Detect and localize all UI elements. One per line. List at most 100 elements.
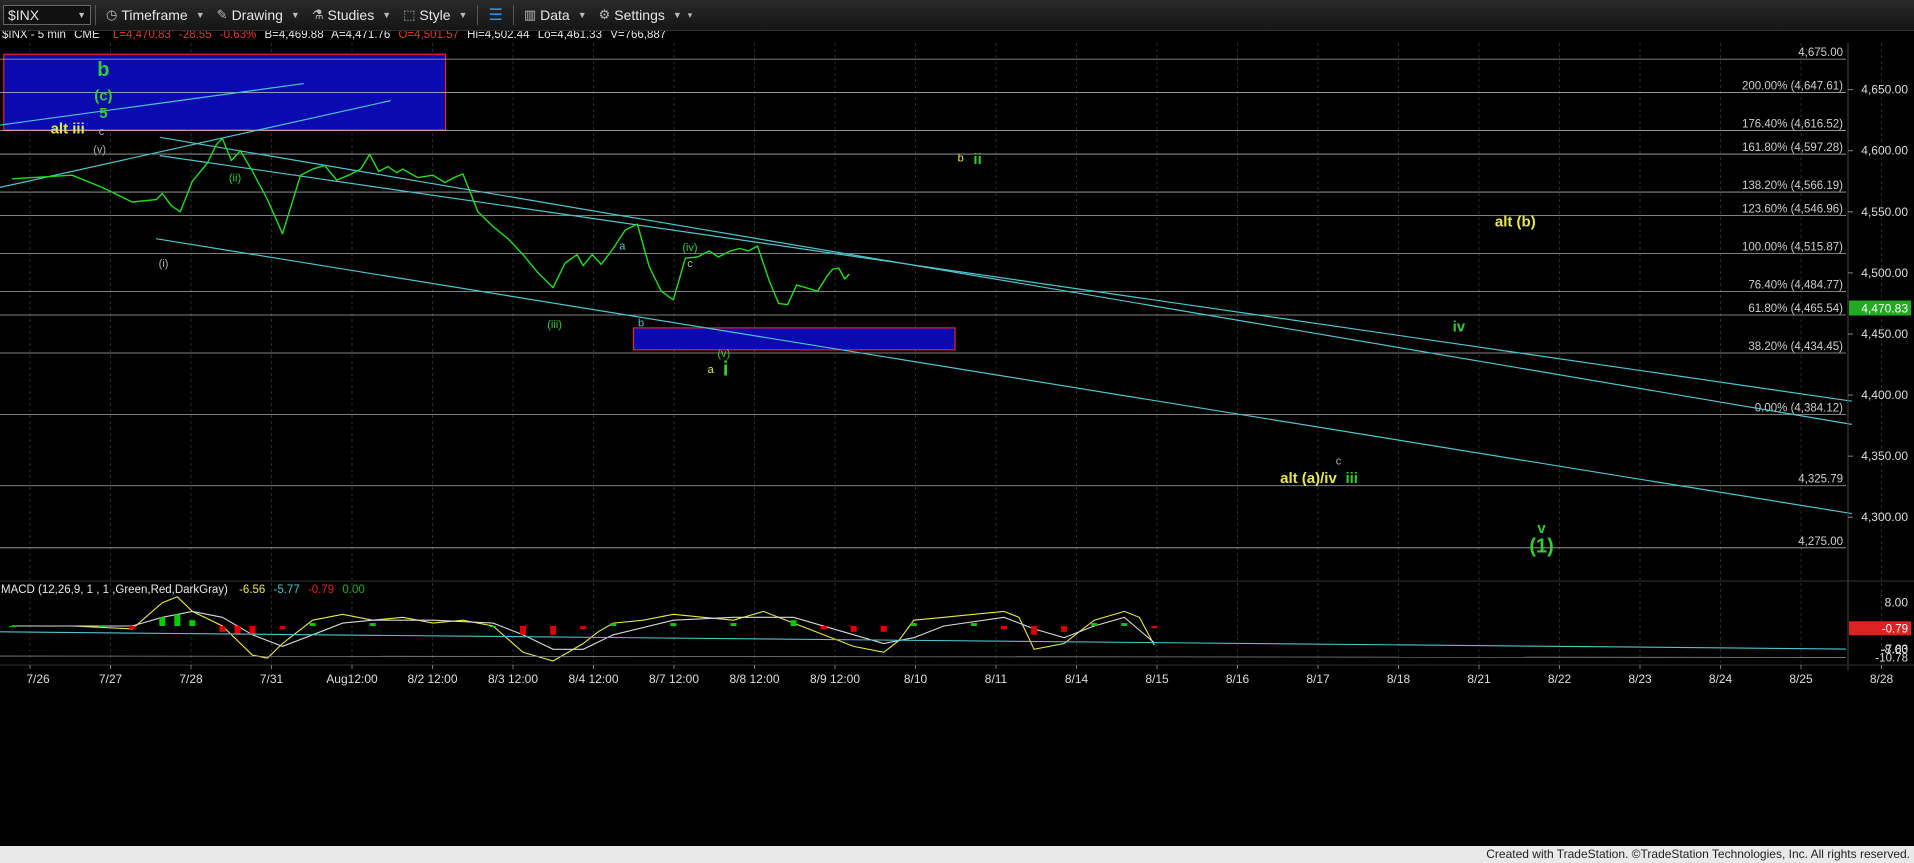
time-axis-label: 8/8 12:00 <box>729 672 779 686</box>
last-price-label: 4,470.83 <box>1861 302 1908 316</box>
fib-level-label: 200.00% (4,647.61) <box>1742 81 1843 93</box>
time-axis-label: 8/2 12:00 <box>407 672 457 686</box>
symbol-label: $INX <box>8 7 40 23</box>
wave-label: alt (b) <box>1495 213 1536 230</box>
wave-label: (iii) <box>547 319 562 331</box>
macd-histogram-bar <box>159 617 166 626</box>
time-axis-label: 8/22 <box>1548 672 1572 686</box>
footer: Created with TradeStation. ©TradeStation… <box>0 846 1914 863</box>
time-axis-label: 8/15 <box>1145 672 1169 686</box>
chevron-down-icon: ▼ <box>458 10 468 20</box>
fib-level-label: 4,675.00 <box>1798 47 1843 59</box>
wave-label: c <box>1336 456 1342 468</box>
studies-label: Studies <box>327 7 375 23</box>
time-axis-label: 7/31 <box>260 672 284 686</box>
wave-label: iv <box>1453 319 1466 336</box>
time-axis-label: 8/25 <box>1789 672 1813 686</box>
header-high: Hi=4,502.44 <box>467 31 530 41</box>
settings-label: Settings <box>614 7 665 23</box>
chevron-down-icon: ▼ <box>195 10 205 20</box>
macd-histogram-bar <box>670 623 677 626</box>
overflow-icon: ▾ <box>687 9 693 20</box>
fib-level-label: 100.00% (4,515.87) <box>1742 242 1843 254</box>
macd-histogram-bar <box>234 626 241 635</box>
macd-histogram-bar <box>580 626 587 629</box>
price-axis-label: 4,300.00 <box>1861 510 1908 524</box>
wave-label: b <box>958 153 964 165</box>
macd-histogram-bar <box>279 626 286 629</box>
wave-label: alt iii <box>51 121 85 138</box>
wave-label: (ii) <box>229 172 241 184</box>
price-axis-label: 4,350.00 <box>1861 449 1908 463</box>
studies-button[interactable]: ⚗ Studies ▼ <box>306 2 397 28</box>
fib-level-label: 123.60% (4,546.96) <box>1742 204 1843 216</box>
wave-label: a <box>619 241 626 253</box>
fib-level-label: 4,325.79 <box>1798 474 1843 486</box>
macd-axis-label: 8.00 <box>1885 596 1909 610</box>
time-axis-label: 7/28 <box>179 672 203 686</box>
time-axis-label: 8/16 <box>1226 672 1250 686</box>
toolbar: $INX ▼ ◷ Timeframe ▼ ✎ Drawing ▼ ⚗ Studi… <box>0 0 1914 31</box>
header-bid: B=4,469.88 <box>264 31 323 41</box>
macd-hist-value: -0.79 <box>308 584 334 596</box>
time-axis-label: 8/21 <box>1467 672 1491 686</box>
drawing-label: Drawing <box>231 7 283 23</box>
time-axis-label: 8/14 <box>1065 672 1089 686</box>
time-axis-label: 8/4 12:00 <box>568 672 618 686</box>
time-axis-label: 7/27 <box>99 672 123 686</box>
toolbar-separator <box>95 5 96 25</box>
pencil-icon: ✎ <box>216 7 228 22</box>
style-button[interactable]: ⬚ Style ▼ <box>397 2 473 28</box>
macd-histogram-bar <box>1061 626 1068 632</box>
data-button[interactable]: ▥ Data ▼ <box>518 2 593 28</box>
timeframe-label: Timeframe <box>121 7 188 23</box>
macd-histogram-bar <box>309 623 316 626</box>
fib-level-label: 176.40% (4,616.52) <box>1742 119 1843 131</box>
macd-histogram-bar <box>99 626 106 627</box>
macd-zero-value: 0.00 <box>342 584 364 596</box>
macd-histogram-bar <box>369 623 376 626</box>
macd-tag-label: -10.78 <box>1875 652 1908 664</box>
chevron-down-icon: ▼ <box>77 10 86 20</box>
price-axis-label: 4,500.00 <box>1861 266 1908 280</box>
macd-histogram-bar <box>850 626 857 632</box>
wave-label: (iv) <box>682 242 697 254</box>
style-icon: ⬚ <box>403 7 416 22</box>
wave-label: ii <box>973 151 981 168</box>
time-axis-label: 7/26 <box>26 672 50 686</box>
macd-value: -6.56 <box>239 584 265 596</box>
header-symbol: $INX - 5 min <box>2 31 66 41</box>
macd-histogram-bar <box>1121 623 1128 626</box>
macd-histogram-bar <box>970 623 977 626</box>
time-axis-label: 8/23 <box>1628 672 1652 686</box>
header-low: Lo=4,461.33 <box>538 31 602 41</box>
header-change: -28.55 <box>179 31 212 41</box>
macd-histogram-bar <box>1031 626 1038 635</box>
wave-label: i <box>723 359 729 381</box>
timeframe-button[interactable]: ◷ Timeframe ▼ <box>100 2 211 28</box>
drawing-button[interactable]: ✎ Drawing ▼ <box>211 2 306 28</box>
symbol-selector[interactable]: $INX ▼ <box>3 5 91 25</box>
fib-level-label: 0.00% (4,384.12) <box>1755 402 1843 414</box>
macd-histogram-bar <box>820 626 827 629</box>
target-box <box>3 53 447 131</box>
layout-icon: ☰ <box>488 7 503 24</box>
time-axis-label: Aug12:00 <box>326 672 378 686</box>
wave-label: iii <box>1345 470 1358 487</box>
chevron-down-icon: ▼ <box>672 10 682 20</box>
price-axis-label: 4,400.00 <box>1861 388 1908 402</box>
target-box <box>632 327 956 351</box>
header-exchange: CME <box>74 31 100 41</box>
fib-level-label: 38.20% (4,434.45) <box>1748 341 1843 353</box>
macd-histogram-bar <box>790 620 797 626</box>
wave-label: b <box>97 59 109 81</box>
price-axis-label: 4,550.00 <box>1861 205 1908 219</box>
price-chart[interactable]: $INX - 5 min CME L=4,470.83 -28.55 -0.63… <box>0 31 1914 845</box>
layout-button[interactable]: ☰ <box>482 2 508 28</box>
clock-icon: ◷ <box>106 7 118 22</box>
header-last: L=4,470.83 <box>113 31 171 41</box>
bar-chart-icon: ▥ <box>523 7 537 22</box>
settings-button[interactable]: ⚙ Settings ▼ ▾ <box>593 2 699 28</box>
wave-label: v <box>1537 520 1546 537</box>
wave-label: c <box>99 126 105 138</box>
